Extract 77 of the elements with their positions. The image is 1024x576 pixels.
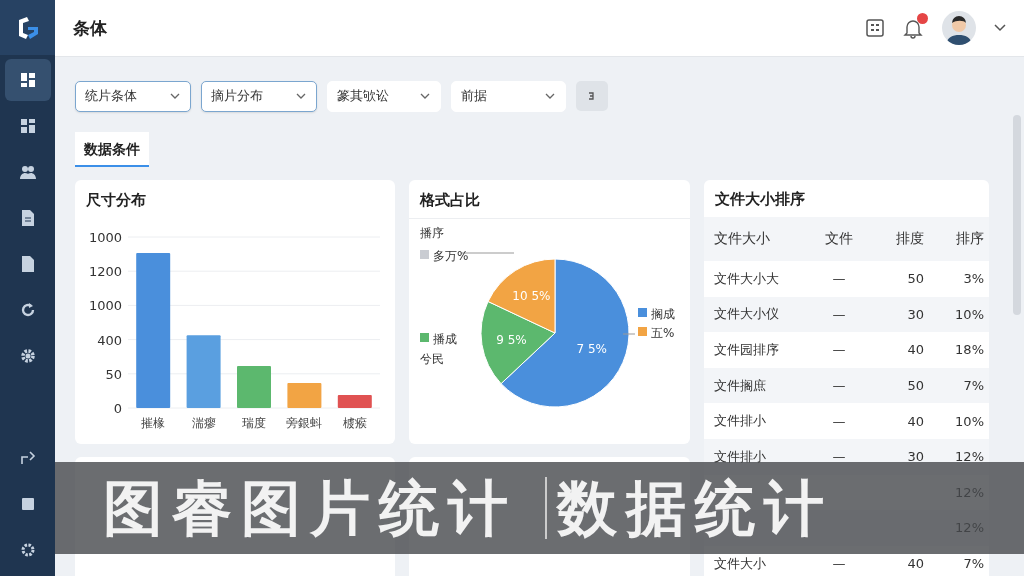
legend-label: 搁成 <box>651 307 675 321</box>
card-title: 文件大小排序 <box>704 180 989 217</box>
filter-select[interactable]: 篆其欨讼 <box>327 80 441 112</box>
chevron-down-icon <box>170 93 180 99</box>
table-cell-text: 文件排小 <box>714 412 767 431</box>
category-label: 旁銀蚪 <box>286 416 323 430</box>
axis-tick-label: 400 <box>97 332 122 348</box>
legend-label: 五% <box>651 326 675 340</box>
table-cell-text: 文件搁庶 <box>714 376 767 395</box>
table-cell-text: 30 <box>906 306 924 322</box>
banner-title: 图睿图片统计 <box>103 473 517 543</box>
table-cell-text: 30 <box>906 449 924 465</box>
table-cell-text: — <box>831 306 847 322</box>
chevron-down-icon <box>545 93 555 99</box>
category-label: 榩瘊 <box>342 416 367 430</box>
legend-title: 播序 <box>420 226 444 240</box>
table-cell-text: 3% <box>962 271 984 287</box>
table-cell-text: — <box>831 271 847 287</box>
table-cell-text: 12% <box>954 449 984 465</box>
chevron-down-icon <box>296 93 306 99</box>
tab[interactable]: 数据条件 <box>75 132 149 167</box>
page-title: 条体 <box>73 16 108 40</box>
notification-badge <box>917 13 928 24</box>
table-cell-text: — <box>831 413 847 429</box>
column-header: 文件 <box>824 230 854 248</box>
axis-tick-label: 1000 <box>88 298 122 314</box>
table-cell-text: 40 <box>906 556 924 572</box>
banner-subtitle: 数据统计 <box>557 473 833 543</box>
table-cell-text: 10% <box>954 413 984 429</box>
legend-label: 兮民 <box>420 352 444 366</box>
category-label: 瑞度 <box>242 416 266 430</box>
table-cell-text: 40 <box>906 413 924 429</box>
table-cell-text: 文件大小仪 <box>714 305 780 324</box>
axis-tick-label: 0 <box>113 401 122 416</box>
category-label: 摧椽 <box>141 416 166 430</box>
chevron-down-icon <box>420 93 430 99</box>
leader-line <box>622 333 636 335</box>
scrollbar[interactable] <box>1013 115 1021 315</box>
table-cell-text: 文件大小大 <box>714 269 780 288</box>
column-header: 文件大小 <box>714 230 771 248</box>
axis-tick-label: 1000 <box>88 230 122 245</box>
apply-button[interactable] <box>576 81 608 111</box>
avatar[interactable] <box>942 11 976 45</box>
legend-label: 播成 <box>433 332 457 346</box>
table-cell-text: 10% <box>954 306 984 322</box>
card-title: 尺寸分布 <box>85 190 147 211</box>
leader-line <box>460 252 515 254</box>
bell-icon <box>902 17 924 39</box>
table-cell-text: 18% <box>954 342 984 358</box>
axis-tick-label: 50 <box>105 366 122 382</box>
table-cell-text: 50 <box>906 378 924 394</box>
table-cell-text: 7% <box>962 556 984 572</box>
filter-select[interactable]: 摘片分布 <box>201 80 317 112</box>
table-cell-text: — <box>831 449 847 465</box>
table-cell-text: 7% <box>962 378 984 394</box>
table-cell-text: — <box>831 378 847 394</box>
legend-label: 多万% <box>433 249 469 263</box>
card-title: 格式占比 <box>409 180 690 219</box>
chevron-down-icon[interactable] <box>994 24 1006 32</box>
filter-select[interactable]: 前据 <box>451 80 566 112</box>
sidebar-item[interactable] <box>4 59 51 101</box>
table-cell-text: 50 <box>906 271 924 287</box>
axis-tick-label: 1200 <box>88 264 122 280</box>
slice-label: 10 5% <box>512 288 551 303</box>
table-cell-text: 文件大小 <box>714 554 767 573</box>
category-label: 湍瘳 <box>191 416 216 430</box>
table-cell-text: — <box>831 342 847 358</box>
filter-select[interactable]: 统片条体 <box>75 80 191 112</box>
table-cell-text: 文件排小 <box>714 447 767 466</box>
slice-label: 7 5% <box>576 341 607 356</box>
table-cell-text: — <box>831 556 847 572</box>
slice-label: 9 5% <box>496 332 527 347</box>
column-header: 排序 <box>955 230 984 248</box>
table-cell-text: 文件园排序 <box>714 341 780 359</box>
grid-icon[interactable] <box>866 19 884 37</box>
table-cell-text: 40 <box>906 342 924 358</box>
column-header: 排度 <box>895 230 924 248</box>
